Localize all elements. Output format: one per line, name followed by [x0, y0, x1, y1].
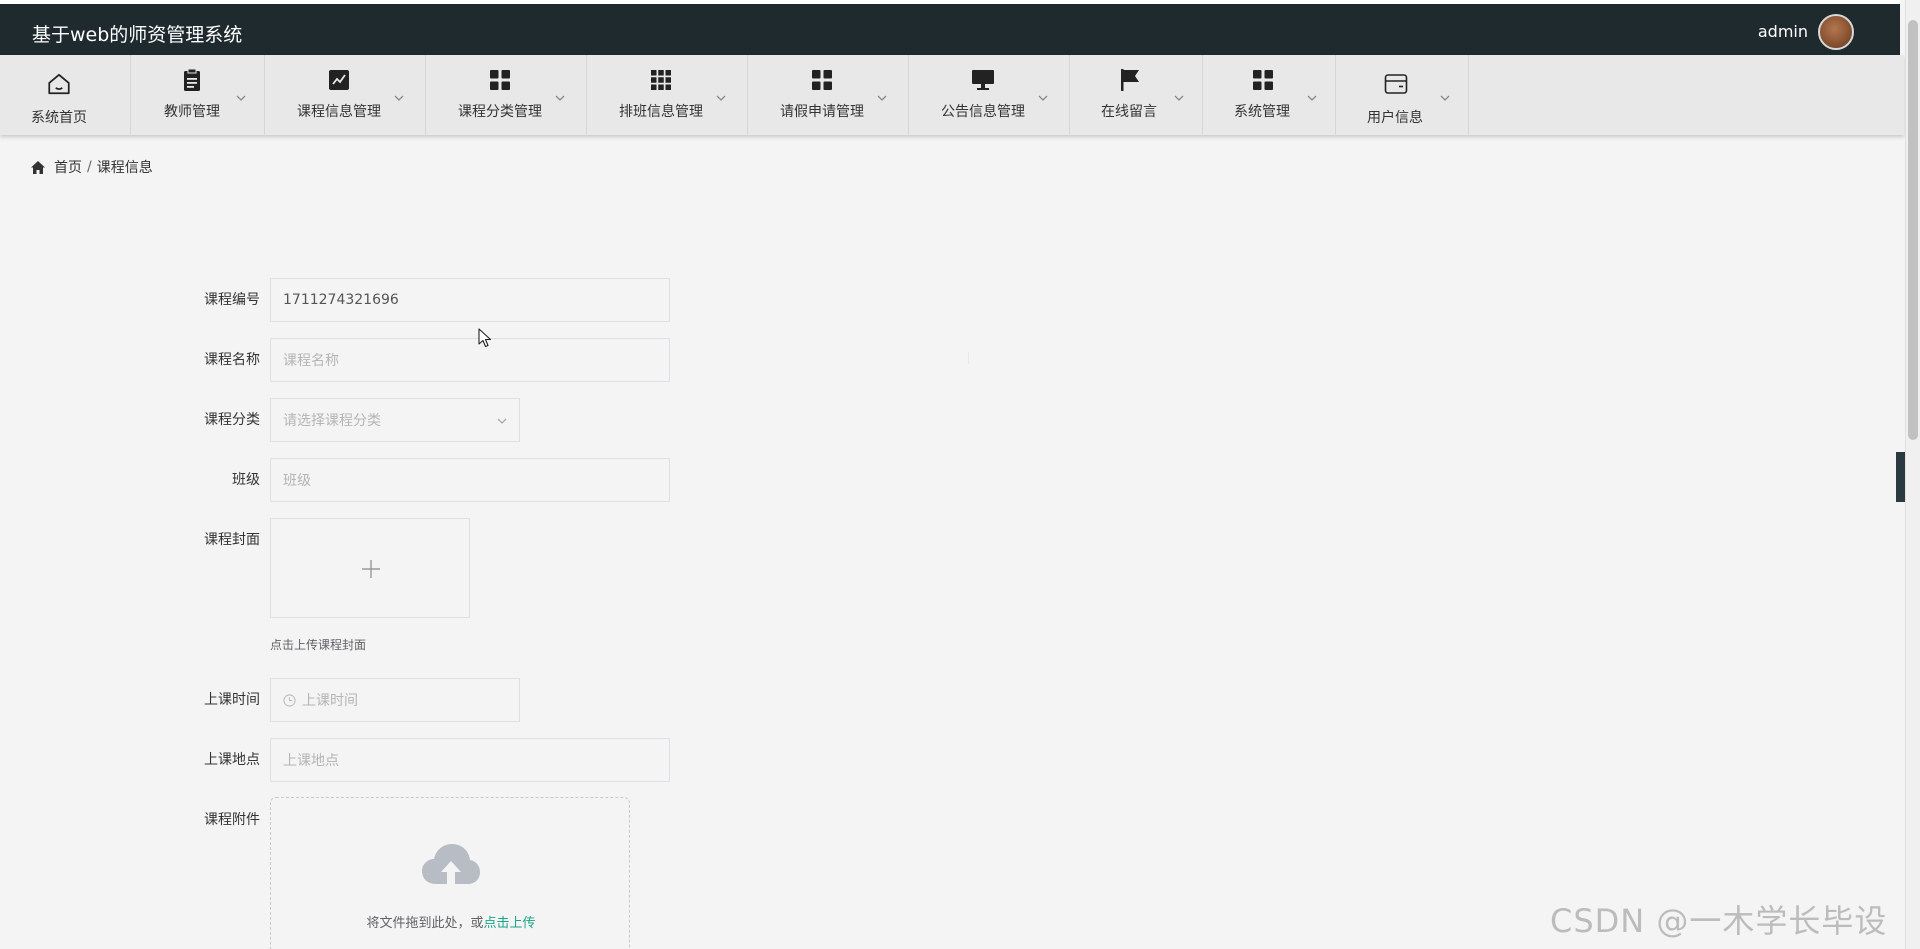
plus-icon	[362, 560, 380, 578]
avatar[interactable]	[1818, 14, 1854, 50]
nav-label: 用户信息	[1367, 110, 1423, 126]
chevron-down-icon	[1307, 95, 1317, 101]
course-category-select[interactable]: 请选择课程分类	[270, 398, 520, 442]
class-time-label: 上课时间	[204, 692, 260, 708]
course-no-value: 1711274321696	[283, 292, 399, 308]
chevron-down-icon	[1174, 95, 1184, 101]
course-name-label: 课程名称	[204, 352, 260, 368]
flag-icon	[1117, 67, 1143, 93]
nav-item-teachers[interactable]: 教师管理	[131, 55, 265, 135]
course-category-label: 课程分类	[204, 412, 260, 428]
nav-item-user-info[interactable]: 用户信息	[1336, 55, 1469, 135]
breadcrumb: 首页 / 课程信息	[30, 157, 153, 177]
nav-label: 在线留言	[1101, 104, 1157, 120]
nav-item-schedule[interactable]: 排班信息管理	[587, 55, 748, 135]
grid-icon	[487, 67, 513, 93]
nav-label: 排班信息管理	[619, 104, 703, 120]
clock-icon	[283, 693, 296, 707]
chart-icon	[326, 67, 352, 93]
course-category-placeholder: 请选择课程分类	[283, 413, 381, 429]
course-name-placeholder: 课程名称	[283, 353, 339, 369]
scrollbar-thumb[interactable]	[1908, 20, 1918, 440]
cover-upload-hint: 点击上传课程封面	[270, 638, 367, 652]
class-input[interactable]: 班级	[270, 458, 670, 502]
nav-label: 系统首页	[31, 110, 87, 126]
mouse-cursor-icon	[478, 328, 492, 348]
nav-item-messages[interactable]: 在线留言	[1070, 55, 1203, 135]
chevron-down-icon	[497, 418, 507, 424]
nav-item-leave[interactable]: 请假申请管理	[748, 55, 909, 135]
chevron-down-icon	[555, 95, 565, 101]
monitor-icon	[970, 67, 996, 93]
course-no-label: 课程编号	[204, 292, 260, 308]
cloud-upload-icon	[422, 844, 480, 886]
chevron-down-icon	[716, 95, 726, 101]
course-name-input[interactable]: 课程名称	[270, 338, 670, 382]
divider	[968, 352, 969, 364]
watermark: CSDN @一木学长毕设	[1550, 902, 1888, 940]
location-label: 上课地点	[204, 752, 260, 768]
breadcrumb-separator: /	[87, 159, 92, 175]
nav-label: 公告信息管理	[941, 104, 1025, 120]
chevron-down-icon	[1440, 95, 1450, 101]
nav-label: 请假申请管理	[780, 104, 864, 120]
app-title: 基于web的师资管理系统	[32, 24, 243, 46]
dropzone-text: 将文件拖到此处，或点击上传	[271, 912, 631, 931]
class-label: 班级	[232, 472, 260, 488]
grid-icon	[809, 67, 835, 93]
nav-label: 课程信息管理	[297, 104, 381, 120]
top-header: 基于web的师资管理系统 admin	[0, 0, 1900, 55]
user-name[interactable]: admin	[1758, 22, 1808, 41]
chevron-down-icon	[394, 95, 404, 101]
apps-icon	[648, 67, 674, 93]
main-nav: 系统首页 教师管理 课程信息管理 课程分类管理 排班信息管理 请假申请管理 公告…	[0, 55, 1904, 135]
nav-item-course-info[interactable]: 课程信息管理	[265, 55, 426, 135]
grid-icon	[1250, 67, 1276, 93]
nav-item-home[interactable]: 系统首页	[0, 55, 131, 135]
chevron-down-icon	[1038, 95, 1048, 101]
attachment-label: 课程附件	[204, 812, 260, 828]
wallet-icon	[1383, 71, 1409, 97]
location-input[interactable]: 上课地点	[270, 738, 670, 782]
chevron-down-icon	[236, 95, 246, 101]
clipboard-icon	[179, 67, 205, 93]
course-no-input[interactable]: 1711274321696	[270, 278, 670, 322]
class-placeholder: 班级	[283, 473, 311, 489]
nav-item-course-category[interactable]: 课程分类管理	[426, 55, 587, 135]
class-time-picker[interactable]: 上课时间	[270, 678, 520, 722]
cover-label: 课程封面	[204, 532, 260, 548]
home-icon	[46, 71, 72, 97]
page-scrollbar[interactable]	[1905, 0, 1920, 949]
home-icon	[31, 160, 45, 174]
nav-label: 教师管理	[164, 104, 220, 120]
nav-item-notice[interactable]: 公告信息管理	[909, 55, 1070, 135]
drag-text: 将文件拖到此处，或	[366, 916, 484, 931]
chevron-down-icon	[877, 95, 887, 101]
cover-upload-box[interactable]	[270, 518, 470, 618]
breadcrumb-home[interactable]: 首页	[54, 157, 82, 177]
breadcrumb-current: 课程信息	[96, 160, 153, 176]
class-time-placeholder: 上课时间	[302, 693, 358, 709]
nav-label: 系统管理	[1234, 104, 1290, 120]
nav-label: 课程分类管理	[458, 104, 542, 120]
nav-item-system[interactable]: 系统管理	[1203, 55, 1336, 135]
location-placeholder: 上课地点	[283, 753, 339, 769]
click-upload-link[interactable]: 点击上传	[484, 916, 536, 931]
attachment-dropzone[interactable]: 将文件拖到此处，或点击上传	[270, 797, 630, 949]
